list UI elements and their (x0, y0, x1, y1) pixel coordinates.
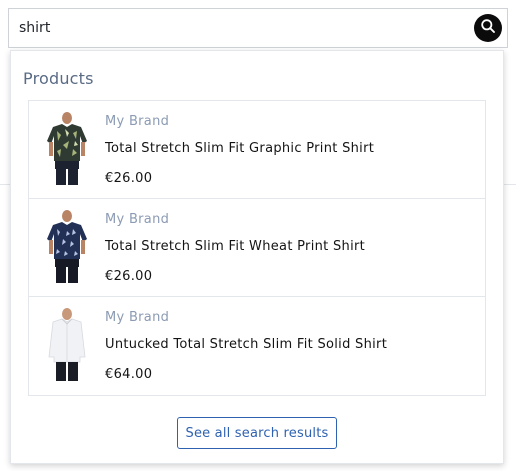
product-name[interactable]: Total Stretch Slim Fit Graphic Print Shi… (105, 141, 374, 156)
search-button[interactable] (474, 14, 502, 42)
search-input[interactable] (19, 9, 459, 47)
product-brand: My Brand (105, 114, 170, 129)
product-list: My Brand Total Stretch Slim Fit Graphic … (28, 100, 486, 396)
see-all-results-button[interactable]: See all search results (177, 417, 337, 449)
search-page: Products My Brand Total Stretch Slim (0, 0, 516, 471)
product-thumbnail (43, 209, 91, 285)
product-price: €64.00 (105, 367, 153, 382)
product-thumbnail (43, 111, 91, 187)
product-price: €26.00 (105, 171, 153, 186)
search-icon (480, 18, 496, 38)
product-thumbnail (43, 307, 91, 383)
products-section-title: Products (23, 69, 94, 88)
product-price: €26.00 (105, 269, 153, 284)
product-item[interactable]: My Brand Untucked Total Stretch Slim Fit… (29, 297, 485, 395)
search-suggestions-dropdown: Products My Brand Total Stretch Slim Fit… (10, 50, 504, 464)
product-item[interactable]: My Brand Total Stretch Slim Fit Graphic … (29, 101, 485, 199)
product-name[interactable]: Untucked Total Stretch Slim Fit Solid Sh… (105, 337, 387, 352)
product-brand: My Brand (105, 310, 170, 325)
product-brand: My Brand (105, 212, 170, 227)
search-bar (8, 8, 508, 48)
product-item[interactable]: My Brand Total Stretch Slim Fit Wheat Pr… (29, 199, 485, 297)
product-name[interactable]: Total Stretch Slim Fit Wheat Print Shirt (105, 239, 365, 254)
